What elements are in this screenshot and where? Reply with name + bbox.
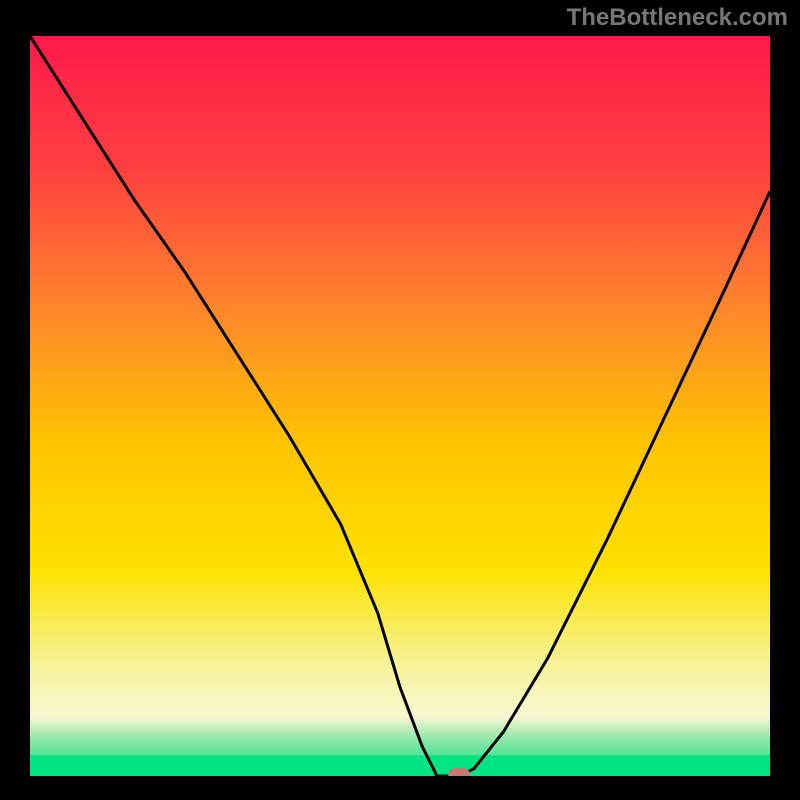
green-threshold-band [30,755,770,776]
watermark-text: TheBottleneck.com [0,0,800,32]
current-config-marker [448,768,470,776]
chart-canvas [30,36,770,776]
bottleneck-chart [0,32,800,800]
gradient-background [30,36,770,776]
